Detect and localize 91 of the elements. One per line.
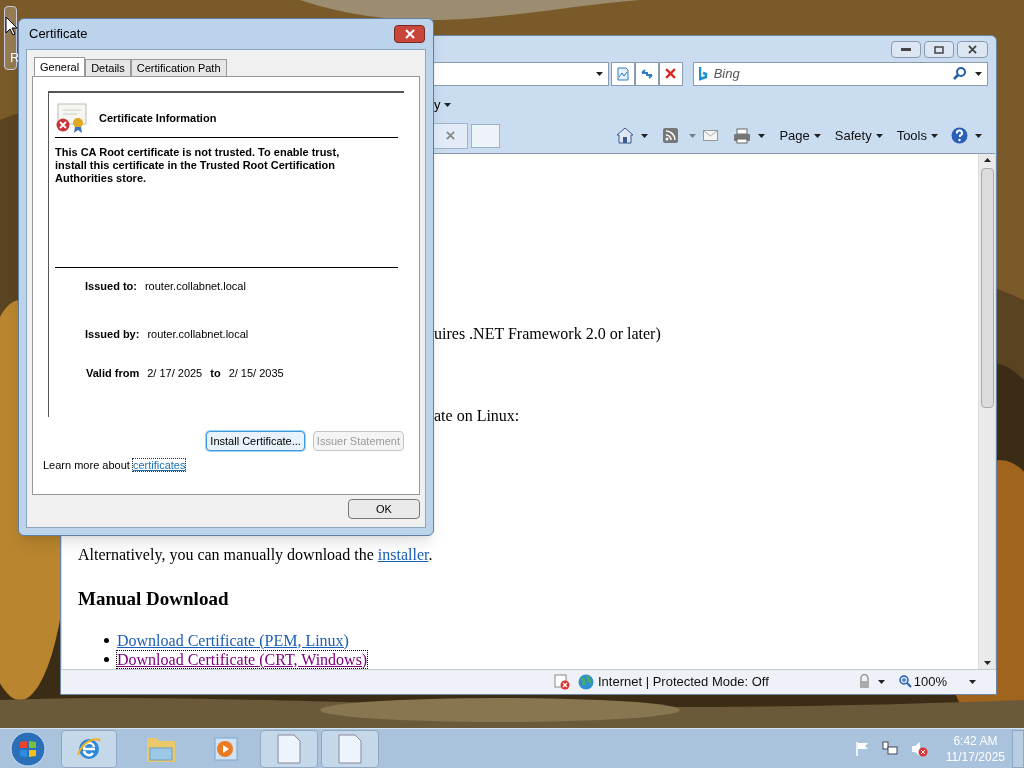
close-button[interactable]	[957, 41, 988, 59]
caret-icon	[689, 133, 697, 138]
taskbar-button[interactable]	[61, 729, 117, 768]
dialog-tab[interactable]: Certification Path	[130, 59, 227, 76]
dialog-title: Certificate	[29, 25, 88, 44]
refresh-button[interactable]	[634, 61, 659, 86]
refresh-icon	[639, 66, 654, 81]
document-icon	[338, 733, 362, 764]
caret-icon	[443, 102, 451, 107]
flag-icon[interactable]	[854, 740, 869, 757]
browser-tab[interactable]	[434, 122, 468, 149]
start-orb-icon[interactable]	[8, 729, 48, 768]
caret-icon	[758, 133, 766, 138]
security-zone-text: Internet | Protected Mode: Off	[598, 673, 769, 691]
command-menu[interactable]: Safety	[834, 126, 883, 146]
page-paragraph: Alternatively, you can manually download the installer.	[78, 545, 434, 566]
caret-icon	[813, 133, 821, 138]
field-label: Issued to:	[85, 278, 137, 294]
caret-icon	[641, 133, 649, 138]
command-menu[interactable]: Page	[779, 126, 821, 146]
field-value: 2/ 17/ 2025	[147, 365, 203, 381]
scroll-thumb[interactable]	[980, 168, 994, 409]
download-link[interactable]: Download Certificate (PEM, Linux)	[117, 631, 349, 649]
bullet-icon	[104, 637, 109, 643]
installer-link[interactable]: installer	[377, 546, 429, 564]
zoom-icon	[898, 675, 912, 689]
dialog-tab[interactable]: General	[34, 57, 86, 76]
cursor-icon	[5, 16, 18, 36]
certificates-link[interactable]: certificates	[132, 459, 186, 471]
dialog-button[interactable]: Install Certificate...	[206, 431, 305, 451]
scroll-up-icon	[983, 158, 991, 163]
restore-icon	[934, 45, 944, 54]
scroll-down-icon	[983, 660, 991, 665]
page-text: ate on Linux:	[434, 406, 521, 427]
feeds-icon[interactable]	[663, 128, 679, 144]
muted-speaker-icon[interactable]	[910, 740, 929, 757]
field-value: 2/ 15/ 2035	[228, 365, 284, 381]
dropdown-caret-icon	[975, 71, 982, 76]
close-icon	[446, 131, 455, 141]
caret-icon	[969, 679, 976, 684]
dialog-tab[interactable]: Details	[85, 59, 131, 76]
download-link[interactable]: Download Certificate (CRT, Windows)	[117, 650, 368, 668]
b-logo-icon	[698, 66, 709, 81]
taskbar-button[interactable]	[260, 729, 318, 768]
new-tab-button[interactable]	[471, 123, 500, 148]
search-input[interactable]: Bing	[713, 64, 948, 84]
close-icon	[404, 29, 415, 39]
torn-page-icon	[615, 66, 630, 81]
printer-icon[interactable]	[733, 127, 752, 144]
field-value: router.collabnet.local	[147, 327, 249, 342]
close-button[interactable]	[394, 25, 425, 43]
stop-button[interactable]	[658, 61, 683, 86]
minimize-icon	[901, 48, 911, 52]
mail-icon[interactable]	[703, 130, 719, 142]
field-value: router.collabnet.local	[144, 278, 246, 294]
caret-icon	[931, 133, 938, 138]
field-label: Issued by:	[85, 327, 140, 342]
learn-more-text: Learn more about certificates	[43, 458, 187, 473]
caret-icon	[975, 133, 982, 138]
caret-icon	[877, 679, 885, 684]
taskbar-button[interactable]	[321, 729, 379, 768]
globe-icon	[578, 673, 594, 690]
media-player-icon[interactable]	[212, 735, 240, 762]
search-field[interactable]: Bing	[692, 61, 988, 86]
page-text: uires .NET Framework 2.0 or later)	[434, 324, 662, 345]
trust-message: This CA Root certificate is not trusted. To enable trust, install this certificate in the Trusted Root Certification Authorities store.	[55, 146, 341, 185]
favorites-bar-item[interactable]: y	[434, 95, 441, 115]
scrollbar[interactable]	[978, 154, 995, 669]
home-icon[interactable]	[616, 127, 635, 145]
document-icon	[277, 733, 301, 764]
field-label: to	[210, 365, 221, 381]
section-heading: Manual Download	[78, 587, 230, 612]
info-heading: Certificate Information	[99, 110, 217, 126]
network-icon[interactable]	[881, 740, 898, 757]
compatibility-button[interactable]	[610, 61, 635, 86]
close-icon	[968, 45, 977, 55]
certificate-error-icon	[55, 103, 87, 133]
search-icon	[953, 67, 966, 81]
maximize-button[interactable]	[924, 41, 954, 59]
dropdown-caret-icon	[595, 71, 603, 76]
blocked-page-icon[interactable]	[554, 673, 570, 690]
zoom-level[interactable]: 100%	[913, 672, 947, 692]
address-field[interactable]	[431, 61, 609, 86]
ok-button[interactable]: OK	[348, 499, 420, 519]
caret-icon	[875, 133, 883, 138]
bullet-icon	[104, 656, 109, 662]
minimize-button[interactable]	[891, 41, 921, 59]
help-icon[interactable]	[951, 127, 968, 145]
command-menu[interactable]: Tools	[896, 126, 938, 146]
close-icon	[665, 68, 677, 80]
field-label: Valid from	[86, 365, 140, 381]
